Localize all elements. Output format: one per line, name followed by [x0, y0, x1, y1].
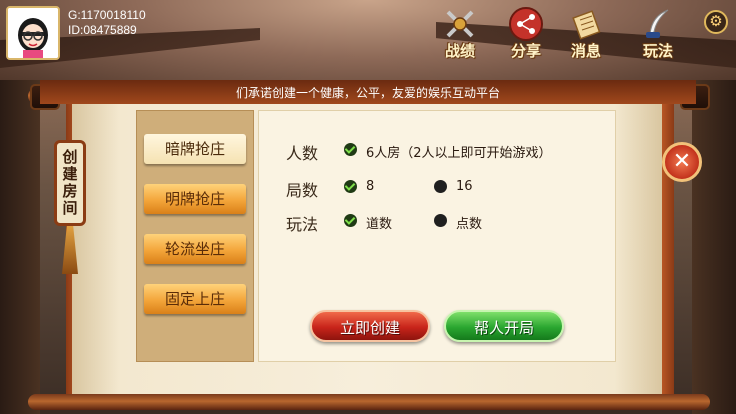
- record-button[interactable]: 战绩: [428, 6, 492, 62]
- help-open-button[interactable]: 帮人开局: [444, 310, 564, 342]
- create-room-tag-text: 创建房间: [62, 148, 78, 217]
- create-room-tag: 创建房间: [54, 140, 86, 226]
- rules-dianshu-text: 点数: [456, 217, 483, 232]
- tab-dark-card-banker[interactable]: 暗牌抢庄: [144, 134, 246, 164]
- message-button[interactable]: 消息: [554, 6, 618, 62]
- message-label: 消息: [570, 42, 601, 60]
- players-option-text: 6人房（2人以上即可开始游戏）: [366, 146, 552, 161]
- rounds-16-radio[interactable]: [434, 180, 447, 193]
- rules-dianshu-radio[interactable]: [434, 214, 447, 227]
- rules-row-label: 玩法: [286, 215, 319, 234]
- scroll-icon: [572, 10, 601, 40]
- avatar[interactable]: [6, 6, 60, 60]
- tab-rotating-banker[interactable]: 轮流坐庄: [144, 234, 246, 264]
- quill-icon: [646, 9, 669, 38]
- share-label: 分享: [510, 42, 541, 60]
- rules-daoshu-text: 道数: [366, 217, 393, 232]
- rules-daoshu-radio[interactable]: [344, 214, 357, 227]
- rules-label: 玩法: [642, 42, 673, 60]
- background-pillar-left: [0, 80, 40, 414]
- rules-button[interactable]: 玩法: [626, 6, 690, 62]
- players-option-radio[interactable]: [344, 143, 357, 156]
- scroll-bottom-rod: [28, 394, 710, 410]
- rounds-label: 局数: [286, 181, 319, 200]
- tab-open-card-banker[interactable]: 明牌抢庄: [144, 184, 246, 214]
- settings-gear-icon[interactable]: ⚙: [704, 10, 728, 34]
- crossed-swords-icon: [446, 10, 474, 38]
- rounds-16-text: 16: [456, 179, 473, 194]
- rounds-8-text: 8: [366, 179, 375, 194]
- close-icon: ✕: [672, 149, 692, 174]
- user-g-number: G:1170018110: [68, 8, 146, 22]
- background-pillar-right: [692, 80, 736, 414]
- rounds-8-radio[interactable]: [344, 180, 357, 193]
- create-now-button[interactable]: 立即创建: [310, 310, 430, 342]
- share-button[interactable]: 分享: [494, 6, 558, 62]
- avatar-girl-icon: [8, 8, 58, 58]
- scroll-curtain-right: [660, 96, 674, 408]
- close-button[interactable]: ✕: [662, 142, 702, 182]
- share-icon: [509, 7, 543, 41]
- banner-text: 们承诺创建一个健康，公平，友爱的娱乐互动平台: [235, 86, 500, 100]
- user-id: ID:08475889: [68, 23, 137, 37]
- record-label: 战绩: [444, 42, 475, 60]
- tab-fixed-banker[interactable]: 固定上庄: [144, 284, 246, 314]
- players-label: 人数: [286, 144, 319, 163]
